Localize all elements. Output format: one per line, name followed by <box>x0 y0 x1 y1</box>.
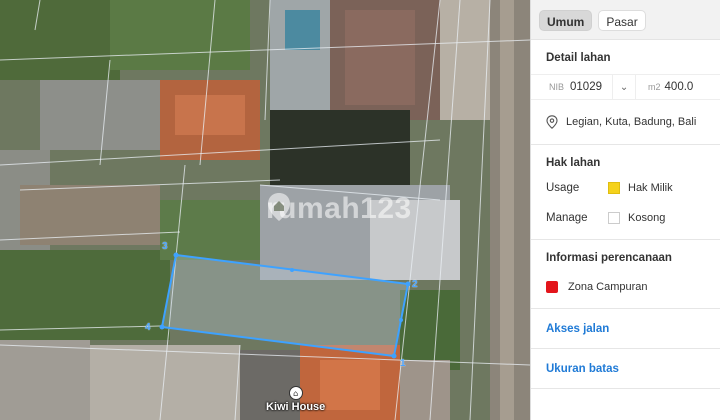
info-panel: Umum Pasar Detail lahan NIB 01029 ⌄ m2 4… <box>530 0 720 420</box>
zone-swatch <box>546 281 558 293</box>
chevron-down-icon[interactable]: ⌄ <box>612 74 637 100</box>
poi-marker[interactable]: ⌂ Kiwi House <box>266 386 325 413</box>
tab-pasar[interactable]: Pasar <box>598 10 646 31</box>
boundary-size-section: Ukuran batas <box>531 349 720 389</box>
section-title: Informasi perencanaan <box>546 252 672 264</box>
map-imagery <box>0 0 530 420</box>
section-title: Hak lahan <box>546 157 601 169</box>
usage-value: Hak Milik <box>628 182 673 194</box>
nib-area-row: NIB 01029 ⌄ m2 400.0 <box>531 74 720 100</box>
manage-value: Kosong <box>628 212 666 224</box>
manage-swatch <box>608 212 620 224</box>
usage-label: Usage <box>546 182 580 194</box>
panel-tabs: Umum Pasar <box>531 0 720 40</box>
manage-row: Manage Kosong <box>546 203 705 233</box>
area-unit: m2 <box>648 82 661 92</box>
parcel-corner-label: 4 <box>145 322 151 333</box>
location-row: Legian, Kuta, Badung, Bali <box>546 100 705 144</box>
manage-label: Manage <box>546 212 588 224</box>
location-pin-icon <box>546 115 558 129</box>
building-icon: ⌂ <box>288 386 303 400</box>
house-pin-icon <box>268 193 290 221</box>
watermark: rumah123 <box>266 192 412 226</box>
zone-row: Zona Campuran <box>546 272 705 302</box>
area-value: 400.0 <box>664 81 694 93</box>
satellite-map[interactable]: 3 2 4 1 rumah123 ⌂ Kiwi House <box>0 0 530 420</box>
road-access-link[interactable]: Akses jalan <box>546 323 609 335</box>
land-rights-section: Hak lahan Usage Hak Milik Manage Kosong <box>531 145 720 240</box>
section-title: Detail lahan <box>546 52 611 64</box>
tab-umum[interactable]: Umum <box>539 10 593 31</box>
zone-value: Zona Campuran <box>568 281 648 293</box>
nib-prefix: NIB <box>549 82 565 92</box>
nib-value: 01029 <box>570 81 602 93</box>
land-detail-section: Detail lahan NIB 01029 ⌄ m2 400.0 Legian… <box>531 40 720 145</box>
usage-swatch <box>608 182 620 194</box>
poi-label: Kiwi House <box>266 401 326 413</box>
road-access-section: Akses jalan <box>531 309 720 349</box>
location-text: Legian, Kuta, Badung, Bali <box>566 116 697 128</box>
parcel-corner-label: 3 <box>162 241 168 252</box>
parcel-corner-label: 2 <box>412 279 418 290</box>
parcel-corner-label: 1 <box>400 358 406 369</box>
boundary-size-link[interactable]: Ukuran batas <box>546 363 619 375</box>
usage-row: Usage Hak Milik <box>546 173 705 203</box>
planning-section: Informasi perencanaan Zona Campuran <box>531 240 720 309</box>
